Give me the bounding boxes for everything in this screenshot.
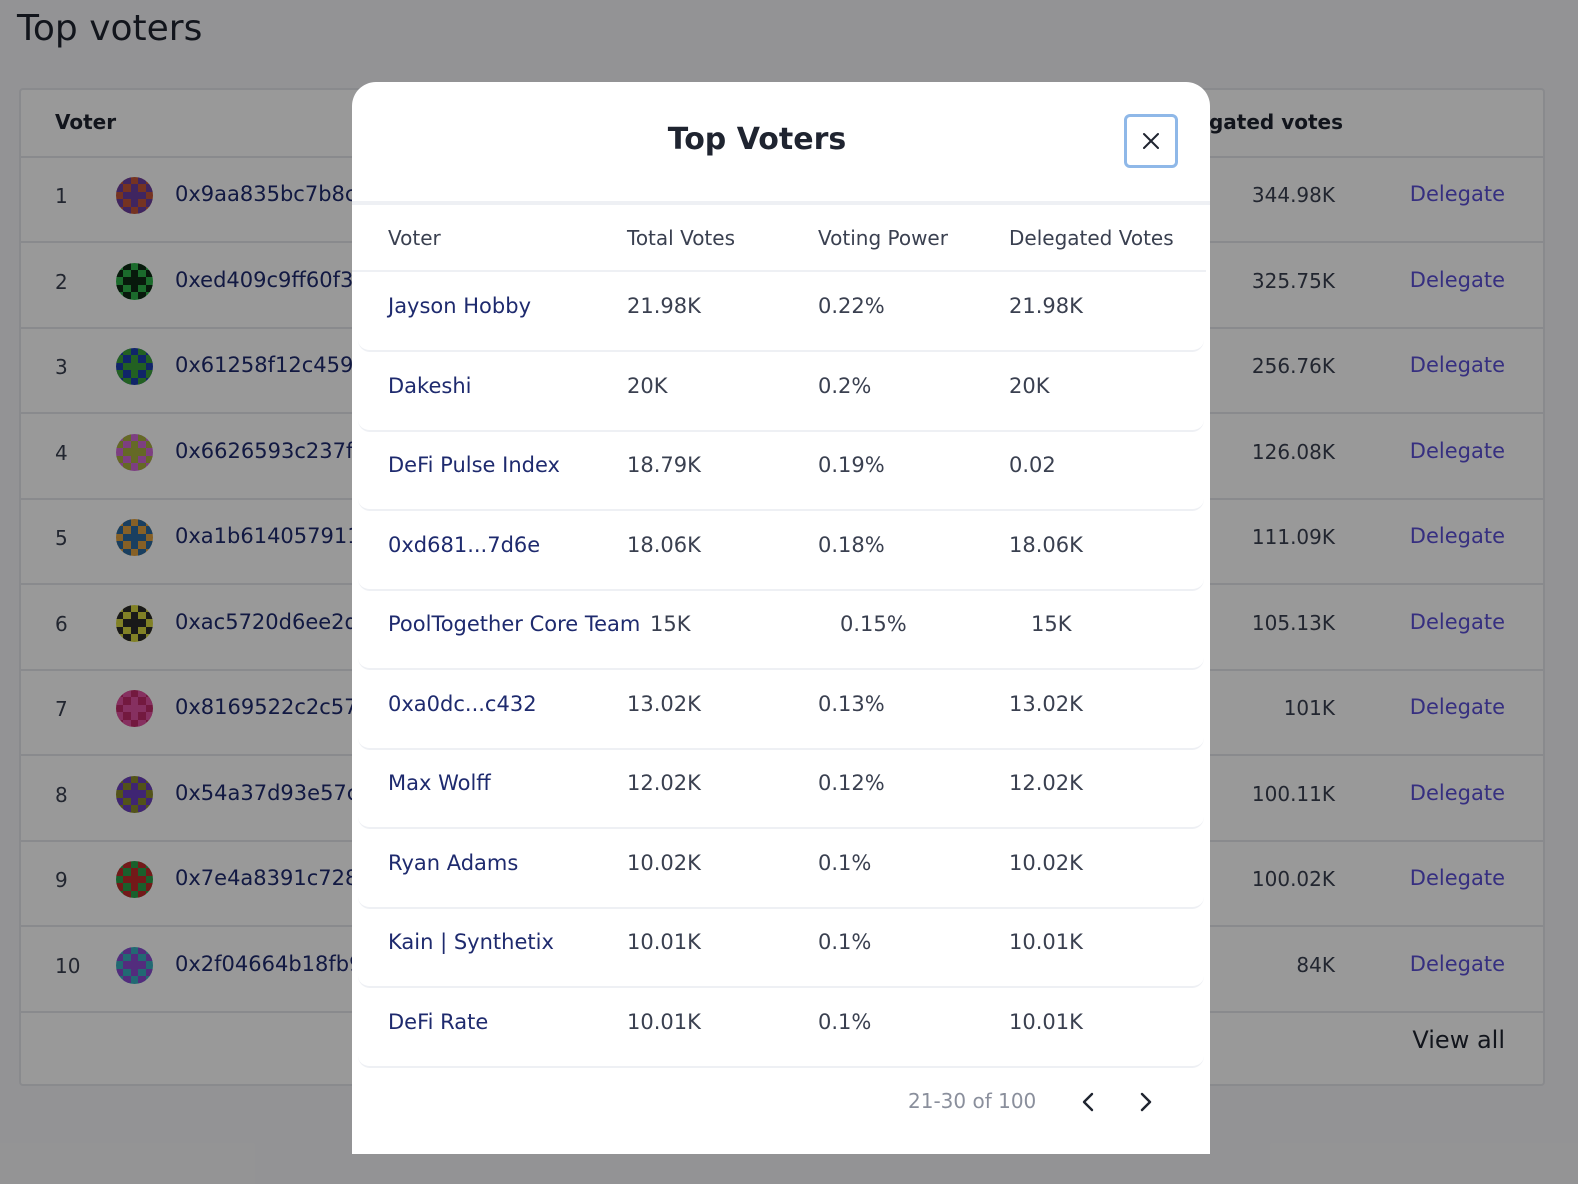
total-votes-value: 20K [627, 373, 668, 398]
voting-power-value: 0.18% [818, 532, 885, 557]
voting-power-value: 0.15% [840, 612, 907, 636]
header-delegated-votes: Delegated Votes [1009, 226, 1174, 250]
voter-row[interactable]: Dakeshi 20K 0.2% 20K [358, 353, 1204, 432]
voting-power-value: 0.1% [818, 850, 872, 875]
delegated-votes-value: 20K [1009, 373, 1050, 398]
voter-row[interactable]: DeFi Pulse Index 18.79K 0.19% 0.02 [358, 432, 1204, 511]
voter-name[interactable]: DeFi Pulse Index [388, 453, 560, 477]
delegated-votes-value: 18.06K [1009, 532, 1083, 557]
next-page-button[interactable] [1128, 1084, 1164, 1120]
modal-divider [352, 201, 1210, 205]
close-button[interactable] [1124, 114, 1178, 168]
voter-row[interactable]: 0xd681...7d6e 18.06K 0.18% 18.06K [358, 512, 1204, 591]
voting-power-value: 0.1% [818, 1009, 872, 1034]
voter-row[interactable]: DeFi Rate 10.01K 0.1% 10.01K [358, 989, 1204, 1068]
voting-power-value: 0.22% [818, 294, 885, 318]
chevron-right-icon [1140, 1092, 1152, 1112]
delegated-votes-value: 10.01K [1009, 1009, 1083, 1034]
voting-power-value: 0.2% [818, 373, 872, 398]
delegated-votes-value: 10.01K [1009, 930, 1083, 954]
header-total-votes: Total Votes [627, 226, 735, 250]
total-votes-value: 15K [650, 612, 691, 636]
voter-name[interactable]: DeFi Rate [388, 1010, 488, 1034]
total-votes-value: 12.02K [627, 771, 701, 795]
total-votes-value: 10.01K [627, 1009, 701, 1034]
pagination-range: 21-30 of 100 [908, 1089, 1037, 1113]
voter-row[interactable]: 0xa0dc...c432 13.02K 0.13% 13.02K [358, 671, 1204, 750]
delegated-votes-value: 15K [1031, 612, 1072, 636]
close-icon [1143, 133, 1159, 149]
voter-name[interactable]: PoolTogether Core Team [388, 612, 640, 636]
total-votes-value: 21.98K [627, 294, 701, 318]
delegated-votes-value: 13.02K [1009, 691, 1083, 716]
voting-power-value: 0.13% [818, 691, 885, 716]
total-votes-value: 10.01K [627, 930, 701, 954]
delegated-votes-value: 12.02K [1009, 771, 1083, 795]
voter-row[interactable]: Max Wolff 12.02K 0.12% 12.02K [358, 750, 1204, 829]
previous-page-button[interactable] [1070, 1084, 1106, 1120]
total-votes-value: 18.79K [627, 453, 701, 477]
voting-power-value: 0.12% [818, 771, 885, 795]
voter-name[interactable]: Ryan Adams [388, 851, 518, 875]
voter-name[interactable]: Jayson Hobby [388, 294, 531, 318]
voting-power-value: 0.19% [818, 453, 885, 477]
delegated-votes-value: 0.02 [1009, 453, 1056, 477]
voter-row[interactable]: PoolTogether Core Team 15K 0.15% 15K [358, 591, 1204, 670]
delegated-votes-value: 10.02K [1009, 850, 1083, 875]
delegated-votes-value: 21.98K [1009, 294, 1083, 318]
total-votes-value: 10.02K [627, 850, 701, 875]
voter-row[interactable]: Jayson Hobby 21.98K 0.22% 21.98K [358, 273, 1204, 352]
voter-name[interactable]: Kain | Synthetix [388, 930, 554, 954]
voter-row[interactable]: Ryan Adams 10.02K 0.1% 10.02K [358, 830, 1204, 909]
modal-title: Top Voters [667, 122, 847, 157]
header-voter: Voter [388, 226, 441, 250]
voter-name[interactable]: 0xd681...7d6e [388, 533, 540, 557]
voter-row[interactable]: Kain | Synthetix 10.01K 0.1% 10.01K [358, 909, 1204, 988]
voter-name[interactable]: 0xa0dc...c432 [388, 692, 537, 716]
total-votes-value: 13.02K [627, 691, 701, 716]
top-voters-modal: Top Voters Voter Total Votes Voting Powe… [352, 82, 1210, 1154]
chevron-left-icon [1082, 1092, 1094, 1112]
total-votes-value: 18.06K [627, 532, 701, 557]
voting-power-value: 0.1% [818, 930, 872, 954]
modal-table-header: Voter Total Votes Voting Power Delegated… [352, 206, 1206, 272]
header-voting-power: Voting Power [818, 226, 948, 250]
voter-name[interactable]: Dakeshi [388, 374, 471, 398]
voter-name[interactable]: Max Wolff [388, 771, 491, 795]
